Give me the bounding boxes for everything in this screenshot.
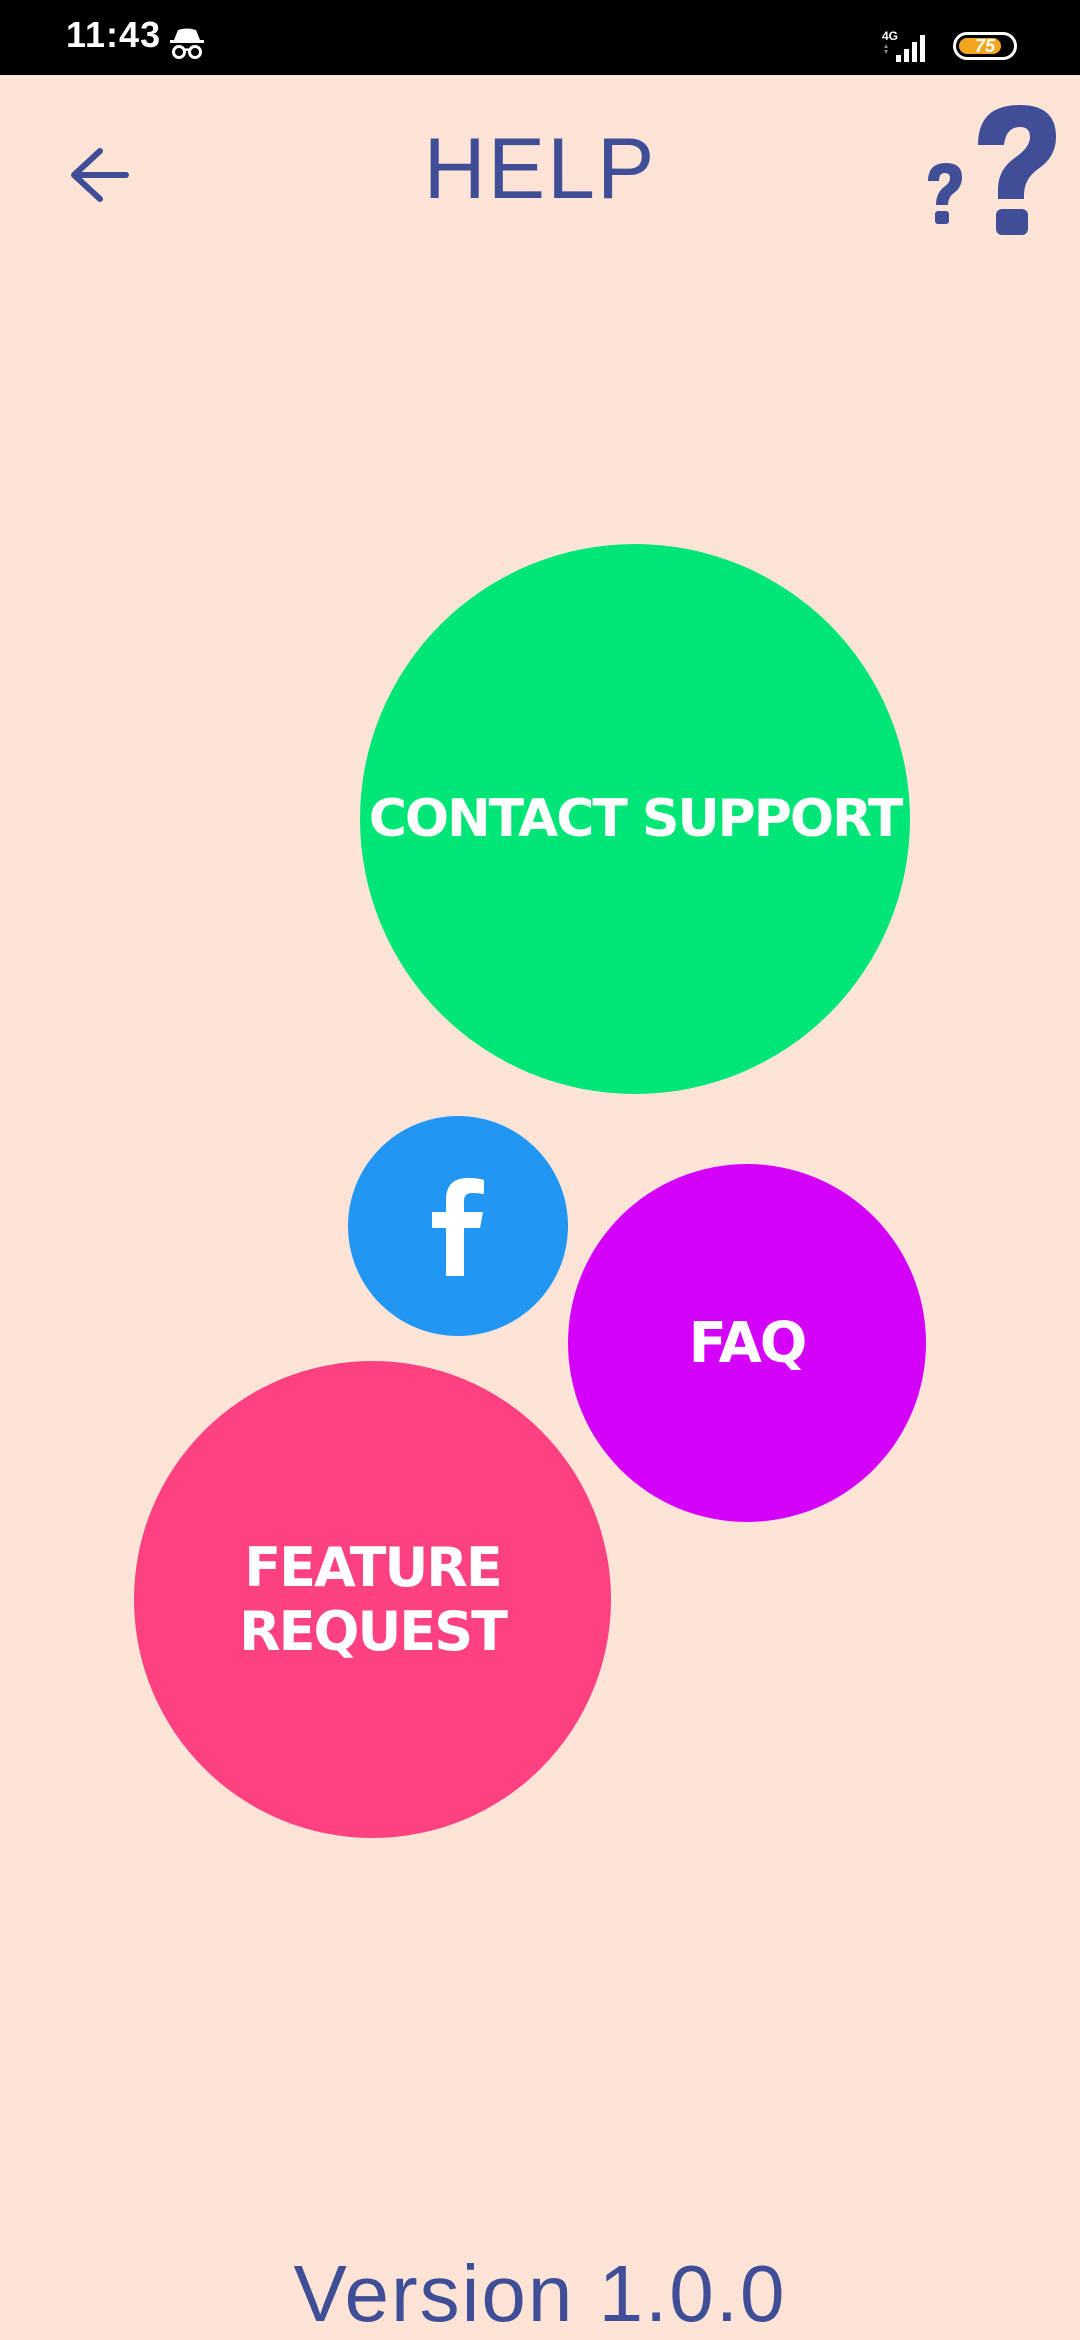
facebook-button[interactable]	[348, 1116, 568, 1336]
page-title: HELP	[423, 121, 657, 217]
status-bar: 11:43 4G 75	[0, 0, 1080, 75]
signal-icon: 4G	[882, 30, 925, 62]
faq-button[interactable]: FAQ	[568, 1164, 926, 1522]
facebook-icon	[432, 1178, 484, 1276]
battery-icon: 75	[953, 32, 1017, 60]
feature-request-label: FEATURE REQUEST	[239, 1535, 508, 1663]
contact-support-button[interactable]: CONTACT SUPPORT	[360, 544, 910, 1094]
contact-support-label: CONTACT SUPPORT	[368, 789, 904, 849]
faq-label: FAQ	[688, 1310, 808, 1376]
feature-request-button[interactable]: FEATURE REQUEST	[134, 1361, 611, 1838]
status-time: 11:43	[66, 14, 162, 55]
incognito-icon	[170, 28, 204, 59]
battery-level: 75	[974, 36, 996, 56]
version-label: Version 1.0.0	[293, 2249, 787, 2338]
question-marks-icon[interactable]	[920, 95, 1060, 240]
svg-text:4G: 4G	[882, 30, 898, 43]
